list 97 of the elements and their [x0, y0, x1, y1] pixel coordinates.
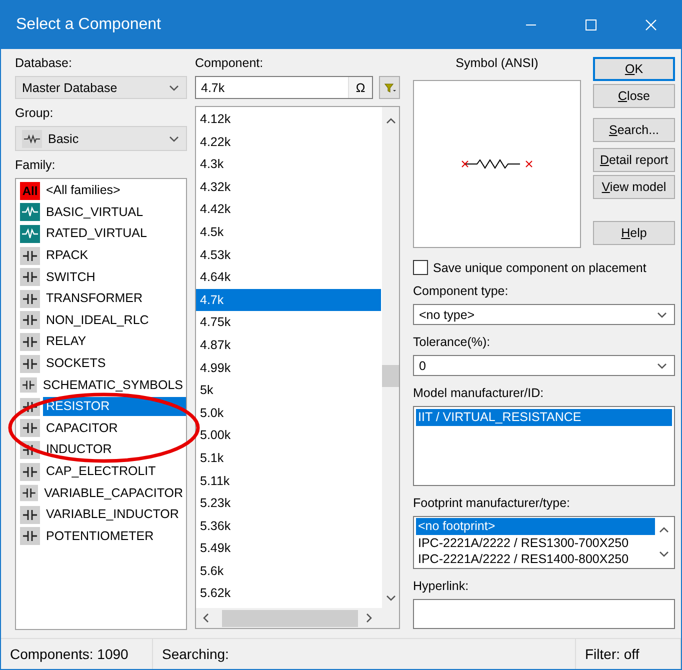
- family-item[interactable]: VARIABLE_INDUCTOR: [43, 505, 186, 524]
- family-label: Family:: [15, 157, 56, 174]
- component-icon: [20, 419, 40, 438]
- family-item[interactable]: RESISTOR: [43, 397, 186, 416]
- component-item[interactable]: 5.36k: [196, 514, 381, 538]
- family-item[interactable]: <All families>: [43, 181, 186, 200]
- dialog-button[interactable]: OK: [593, 57, 675, 81]
- family-item[interactable]: RATED_VIRTUAL: [43, 224, 186, 244]
- dialog-button[interactable]: Detail report: [593, 148, 675, 172]
- component-icon: [20, 376, 37, 394]
- dialog-button[interactable]: Help: [593, 221, 675, 245]
- footprint-item[interactable]: IPC-2221A/2222 / RES1300-700X250: [416, 534, 655, 551]
- horizontal-scrollbar[interactable]: [196, 608, 399, 628]
- component-item[interactable]: 5.6k: [196, 560, 381, 582]
- footprint-item[interactable]: IPC-2221A/2222 / RES1400-800X250: [416, 551, 655, 568]
- maximize-icon: [585, 19, 597, 31]
- footprint-item[interactable]: <no footprint>: [416, 518, 655, 534]
- window-title: Select a Component: [16, 16, 162, 34]
- component-icon: [20, 332, 40, 351]
- hyperlink-label: Hyperlink:: [413, 578, 470, 595]
- status-text: Searching:: [153, 639, 576, 669]
- family-item[interactable]: POTENTIOMETER: [43, 526, 186, 546]
- symbol-button[interactable]: Ω: [348, 77, 372, 98]
- family-item[interactable]: VARIABLE_CAPACITOR: [41, 484, 186, 503]
- component-item[interactable]: 5.49k: [196, 537, 381, 560]
- component-icon: [20, 354, 40, 373]
- family-item[interactable]: CAP_ELECTROLIT: [43, 462, 186, 482]
- symbol-title: Symbol (ANSI): [454, 55, 540, 72]
- checkbox[interactable]: [413, 260, 428, 275]
- component-item[interactable]: 4.53k: [196, 244, 381, 266]
- hyperlink-field[interactable]: [413, 599, 675, 629]
- family-item[interactable]: NON_IDEAL_RLC: [43, 310, 186, 330]
- status-text: Components: 1090: [1, 639, 153, 669]
- family-item[interactable]: RELAY: [43, 332, 186, 352]
- component-item[interactable]: 4.22k: [196, 130, 381, 154]
- component-item[interactable]: 4.64k: [196, 266, 381, 289]
- model-item[interactable]: IIT / VIRTUAL_RESISTANCE: [416, 409, 672, 426]
- component-item[interactable]: 5.00k: [196, 424, 381, 447]
- family-item[interactable]: CAPACITOR: [43, 418, 186, 438]
- component-type-label: Component type:: [413, 283, 510, 300]
- component-icon: [20, 268, 40, 286]
- database-dropdown[interactable]: Master Database: [15, 76, 187, 99]
- component-item[interactable]: 4.87k: [196, 334, 381, 357]
- component-item[interactable]: 5k: [196, 379, 381, 402]
- all-families-icon: All: [20, 182, 40, 200]
- component-icon: [20, 484, 38, 502]
- component-item[interactable]: 4.12k: [196, 108, 381, 131]
- component-type-dropdown[interactable]: <no type>: [413, 304, 675, 325]
- component-icon: [20, 246, 40, 265]
- component-icon: [20, 527, 40, 546]
- footprint-label: Footprint manufacturer/type:: [413, 495, 572, 512]
- family-item[interactable]: TRANSFORMER: [43, 289, 186, 308]
- component-icon: [20, 462, 40, 481]
- scrollbar-thumb[interactable]: [222, 610, 358, 626]
- component-item[interactable]: 5.11k: [196, 470, 381, 492]
- component-item[interactable]: 4.32k: [196, 176, 381, 198]
- component-item[interactable]: 5.0k: [196, 402, 381, 424]
- dialog-button[interactable]: Search...: [593, 118, 675, 142]
- vertical-scrollbar[interactable]: [382, 107, 399, 608]
- component-item[interactable]: 4.99k: [196, 356, 381, 380]
- component-item[interactable]: 4.75k: [196, 311, 381, 334]
- component-icon: [20, 506, 40, 524]
- component-icon: [20, 290, 40, 308]
- filter-button[interactable]: [379, 76, 400, 99]
- scrollbar-thumb[interactable]: [382, 365, 399, 387]
- component-icon: [20, 203, 40, 222]
- family-item[interactable]: SCHEMATIC_SYMBOLS: [40, 376, 186, 395]
- component-item[interactable]: 4.5k: [196, 220, 381, 244]
- close-icon: [645, 19, 657, 31]
- family-item[interactable]: SOCKETS: [43, 354, 186, 374]
- component-icon: [20, 224, 40, 243]
- component-item[interactable]: 5.1k: [196, 446, 381, 470]
- component-field[interactable]: 4.7k Ω: [195, 76, 373, 99]
- database-label: Database:: [15, 55, 73, 72]
- component-item[interactable]: 4.3k: [196, 153, 381, 176]
- status-text: Filter: off: [576, 639, 681, 669]
- component-item[interactable]: 4.42k: [196, 198, 381, 221]
- component-item[interactable]: 4.7k: [196, 288, 381, 312]
- component-item[interactable]: 5.62k: [196, 582, 381, 606]
- group-label: Group:: [15, 105, 54, 122]
- component-label: Component:: [195, 55, 264, 72]
- resistor-symbol-icon: [461, 159, 533, 169]
- dialog-button[interactable]: Close: [593, 84, 675, 108]
- tolerance-label: Tolerance(%):: [413, 334, 492, 351]
- dialog-button[interactable]: View model: [593, 175, 675, 199]
- component-icon: [20, 311, 40, 330]
- waveform-icon: [22, 130, 42, 148]
- model-label: Model manufacturer/ID:: [413, 385, 545, 402]
- family-item[interactable]: INDUCTOR: [43, 440, 186, 460]
- group-dropdown[interactable]: Basic: [15, 126, 187, 151]
- checkbox-label: Save unique component on placement: [433, 260, 646, 274]
- filter-icon: [384, 82, 396, 92]
- family-item[interactable]: BASIC_VIRTUAL: [43, 202, 186, 222]
- family-item[interactable]: RPACK: [43, 246, 186, 266]
- component-item[interactable]: 5.23k: [196, 492, 381, 515]
- family-item[interactable]: SWITCH: [43, 268, 186, 287]
- tolerance-dropdown[interactable]: 0: [413, 355, 675, 376]
